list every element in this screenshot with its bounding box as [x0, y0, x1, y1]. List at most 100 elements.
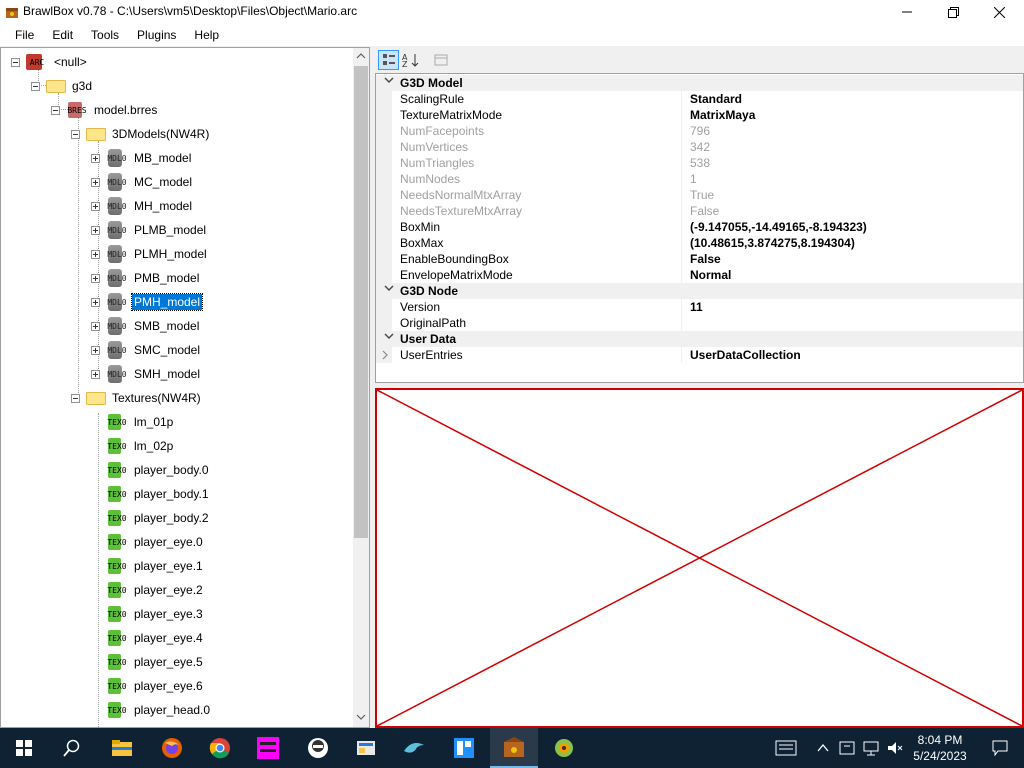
- expand-toggle[interactable]: [91, 321, 100, 331]
- property-row[interactable]: BoxMax (10.48615,3.874275,8.194304): [376, 235, 1023, 251]
- tree-node-texture[interactable]: TEX0 player_body.1: [91, 484, 211, 504]
- tree-node-texture[interactable]: TEX0 player_eye.3: [91, 604, 205, 624]
- property-pages-button[interactable]: [430, 50, 451, 70]
- tree-node-texture[interactable]: TEX0 player_eye.0: [91, 532, 205, 552]
- tree-node-texture[interactable]: TEX0 player_head.0: [91, 700, 212, 720]
- column-divider[interactable]: [681, 187, 682, 203]
- column-divider[interactable]: [681, 251, 682, 267]
- system-clock[interactable]: 8:04 PM 5/24/2023: [905, 732, 975, 764]
- file-explorer-icon[interactable]: [98, 728, 146, 768]
- blue-app-icon[interactable]: [440, 728, 488, 768]
- property-row[interactable]: NumFacepoints 796: [376, 123, 1023, 139]
- tree-node-texture[interactable]: TEX0 player_body.2: [91, 508, 211, 528]
- tree-node-texture[interactable]: TEX0 lm_02p: [91, 436, 175, 456]
- expand-toggle[interactable]: [91, 177, 100, 187]
- action-center-icon[interactable]: [764, 728, 808, 768]
- column-divider[interactable]: [681, 139, 682, 155]
- expand-toggle[interactable]: [91, 369, 100, 379]
- property-row[interactable]: NumVertices 342: [376, 139, 1023, 155]
- pink-app-icon[interactable]: [244, 728, 292, 768]
- property-category[interactable]: User Data: [376, 331, 1023, 347]
- property-value[interactable]: UserDataCollection: [690, 348, 801, 362]
- property-value[interactable]: (-9.147055,-14.49165,-8.194323): [690, 220, 867, 234]
- firefox-icon[interactable]: [148, 728, 196, 768]
- column-divider[interactable]: [681, 347, 682, 363]
- close-button[interactable]: [976, 0, 1022, 24]
- expand-toggle[interactable]: [91, 153, 100, 163]
- property-category[interactable]: G3D Model: [376, 75, 1023, 91]
- expand-toggle[interactable]: [91, 249, 100, 259]
- property-row[interactable]: TextureMatrixMode MatrixMaya: [376, 107, 1023, 123]
- column-divider[interactable]: [681, 171, 682, 187]
- chevron-right-icon[interactable]: [376, 347, 392, 363]
- property-category[interactable]: G3D Node: [376, 283, 1023, 299]
- tree-node-model[interactable]: MDL0 SMC_model: [91, 340, 202, 360]
- property-value[interactable]: False: [690, 252, 721, 266]
- column-divider[interactable]: [681, 203, 682, 219]
- collapse-toggle[interactable]: [11, 57, 20, 67]
- tree-node-textures-folder[interactable]: Textures(NW4R): [71, 388, 203, 408]
- expand-toggle[interactable]: [91, 225, 100, 235]
- chevron-up-icon[interactable]: [812, 728, 834, 768]
- tree-node-texture[interactable]: TEX0 player_eye.6: [91, 676, 205, 696]
- tree-node-model[interactable]: MDL0 MH_model: [91, 196, 194, 216]
- tree-node-texture[interactable]: TEX0 player_eye.4: [91, 628, 205, 648]
- property-row[interactable]: NeedsNormalMtxArray True: [376, 187, 1023, 203]
- column-divider[interactable]: [681, 267, 682, 283]
- column-divider[interactable]: [681, 107, 682, 123]
- property-row[interactable]: BoxMin (-9.147055,-14.49165,-8.194323): [376, 219, 1023, 235]
- property-value[interactable]: MatrixMaya: [690, 108, 755, 122]
- tree-node-3dmodels-folder[interactable]: 3DModels(NW4R): [71, 124, 211, 144]
- collapse-toggle[interactable]: [71, 393, 80, 403]
- tree-node-brres[interactable]: BRES model.brres: [51, 100, 159, 120]
- chevron-down-icon[interactable]: [384, 332, 394, 343]
- property-value[interactable]: 11: [690, 300, 703, 314]
- dolphin-icon[interactable]: [390, 728, 438, 768]
- search-icon[interactable]: [48, 728, 96, 768]
- property-row[interactable]: NumNodes 1: [376, 171, 1023, 187]
- node-tree[interactable]: ARC <null> g3d BRES model.brres 3DModels…: [0, 47, 370, 728]
- property-row[interactable]: NumTriangles 538: [376, 155, 1023, 171]
- column-divider[interactable]: [681, 155, 682, 171]
- property-grid[interactable]: G3D Model ScalingRule Standard TextureMatri…: [375, 73, 1024, 383]
- expand-toggle[interactable]: [91, 273, 100, 283]
- menu-tools[interactable]: Tools: [82, 24, 128, 46]
- collapse-toggle[interactable]: [51, 105, 60, 115]
- tree-node-model[interactable]: MDL0 PLMB_model: [91, 220, 208, 240]
- network-icon[interactable]: [860, 728, 882, 768]
- minimize-button[interactable]: [884, 0, 930, 24]
- tree-node-texture[interactable]: TEX0 player_eye.1: [91, 556, 205, 576]
- column-divider[interactable]: [681, 219, 682, 235]
- property-row[interactable]: OriginalPath: [376, 315, 1023, 331]
- property-row[interactable]: Version 11: [376, 299, 1023, 315]
- notifications-icon[interactable]: [976, 728, 1024, 768]
- property-value[interactable]: (10.48615,3.874275,8.194304): [690, 236, 855, 250]
- tree-node-texture[interactable]: TEX0 player_body.0: [91, 460, 211, 480]
- property-row[interactable]: ScalingRule Standard: [376, 91, 1023, 107]
- expand-toggle[interactable]: [91, 345, 100, 355]
- volume-muted-icon[interactable]: [884, 728, 906, 768]
- tree-node-model[interactable]: MDL0 PLMH_model: [91, 244, 209, 264]
- tree-node-model[interactable]: MDL0 PMB_model: [91, 268, 201, 288]
- collapse-toggle[interactable]: [31, 81, 40, 91]
- property-row[interactable]: EnvelopeMatrixMode Normal: [376, 267, 1023, 283]
- model-preview-panel[interactable]: [375, 388, 1024, 728]
- brawlbox-taskbar-icon[interactable]: [490, 728, 538, 768]
- property-row[interactable]: EnableBoundingBox False: [376, 251, 1023, 267]
- expand-toggle[interactable]: [91, 297, 100, 307]
- collapse-toggle[interactable]: [71, 129, 80, 139]
- property-value[interactable]: Standard: [690, 92, 742, 106]
- column-divider[interactable]: [681, 235, 682, 251]
- maximize-button[interactable]: [930, 0, 976, 24]
- chameleon-app-icon[interactable]: [540, 728, 588, 768]
- tree-node-model[interactable]: MDL0 SMB_model: [91, 316, 201, 336]
- categorized-view-button[interactable]: [378, 50, 399, 70]
- menu-help[interactable]: Help: [185, 24, 228, 46]
- tree-node-texture[interactable]: TEX0 player_eye.5: [91, 652, 205, 672]
- chevron-down-icon[interactable]: [384, 76, 394, 87]
- tray-app-icon[interactable]: [836, 728, 858, 768]
- column-divider[interactable]: [681, 299, 682, 315]
- tree-node-arc[interactable]: ARC <null>: [11, 52, 89, 72]
- column-divider[interactable]: [681, 123, 682, 139]
- alphabetical-sort-button[interactable]: AZ: [400, 50, 421, 70]
